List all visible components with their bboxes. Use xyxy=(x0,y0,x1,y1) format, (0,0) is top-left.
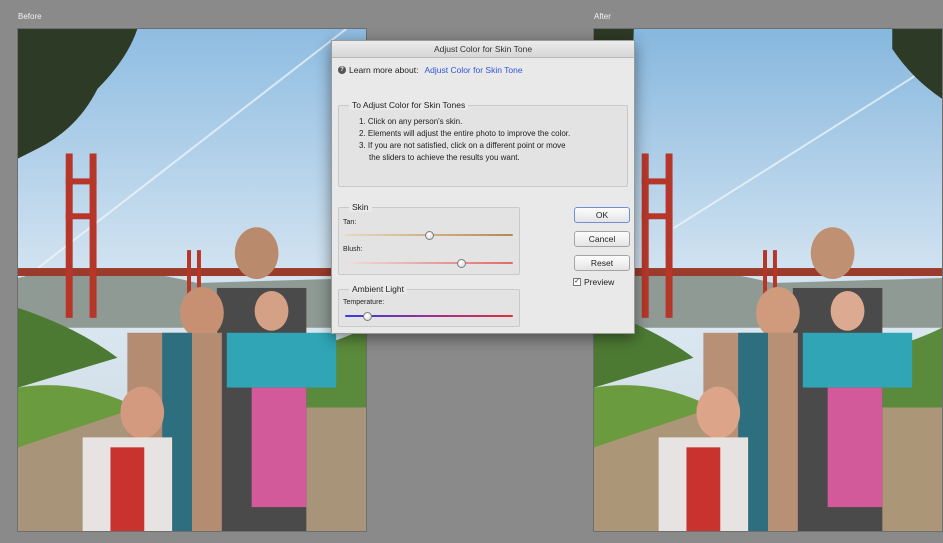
ok-button[interactable]: OK xyxy=(574,207,630,223)
ambient-light-group: Ambient Light Temperature: xyxy=(338,284,520,327)
temperature-slider-thumb[interactable] xyxy=(362,312,372,321)
after-label: After xyxy=(594,12,611,21)
after-photo[interactable] xyxy=(593,28,943,532)
blush-slider-thumb[interactable] xyxy=(456,259,466,268)
before-label: Before xyxy=(18,12,42,21)
help-icon: ? xyxy=(338,66,346,74)
tan-slider-thumb[interactable] xyxy=(425,231,434,240)
learn-more-row: ? Learn more about: Adjust Color for Ski… xyxy=(338,65,523,75)
temperature-label: Temperature: xyxy=(343,299,385,306)
tan-label: Tan: xyxy=(343,219,357,226)
instruction-step-3: 3. If you are not satisfied, click on a … xyxy=(359,141,566,150)
cancel-button[interactable]: Cancel xyxy=(574,231,630,247)
blush-slider-track[interactable] xyxy=(345,262,513,264)
blush-label: Blush: xyxy=(343,246,363,253)
adjust-color-dialog: Adjust Color for Skin Tone ? Learn more … xyxy=(331,40,635,334)
instructions-title: To Adjust Color for Skin Tones xyxy=(349,100,469,110)
skin-group: Skin Tan: Blush: xyxy=(338,202,520,275)
preview-label: Preview xyxy=(584,277,615,287)
dialog-title: Adjust Color for Skin Tone xyxy=(332,41,634,58)
instruction-step-2: 2. Elements will adjust the entire photo… xyxy=(359,129,571,138)
instructions-group: To Adjust Color for Skin Tones 1. Click … xyxy=(338,100,628,187)
before-photo[interactable] xyxy=(17,28,367,532)
instruction-step-3-cont: the sliders to achieve the results you w… xyxy=(369,153,520,162)
ambient-light-title: Ambient Light xyxy=(349,284,407,294)
learn-more-label: Learn more about: xyxy=(349,65,419,75)
instruction-step-1: 1. Click on any person's skin. xyxy=(359,117,463,126)
preview-toggle[interactable]: ✓ Preview xyxy=(573,277,614,287)
skin-title: Skin xyxy=(349,202,372,212)
learn-more-link[interactable]: Adjust Color for Skin Tone xyxy=(424,65,522,75)
reset-button[interactable]: Reset xyxy=(574,255,630,271)
preview-checkbox[interactable]: ✓ xyxy=(573,278,581,286)
